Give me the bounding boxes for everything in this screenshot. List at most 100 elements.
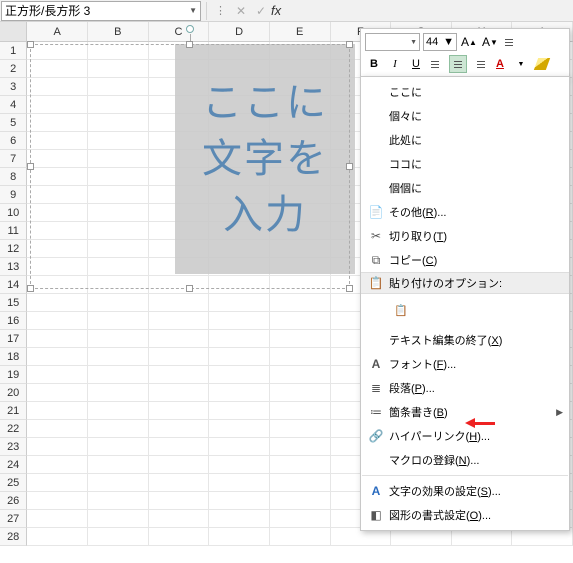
cell[interactable] bbox=[149, 438, 210, 456]
cell[interactable] bbox=[27, 348, 88, 366]
menu-assign-macro[interactable]: マクロの登録(N)... bbox=[361, 448, 569, 472]
cell[interactable] bbox=[88, 492, 149, 510]
ime-candidate[interactable]: 個々に bbox=[361, 104, 569, 128]
cell[interactable] bbox=[27, 492, 88, 510]
row-header[interactable]: 23 bbox=[0, 438, 27, 456]
cell[interactable] bbox=[270, 438, 331, 456]
cell[interactable] bbox=[209, 492, 270, 510]
cell[interactable] bbox=[149, 312, 210, 330]
cell[interactable] bbox=[27, 312, 88, 330]
cell[interactable] bbox=[88, 384, 149, 402]
resize-handle[interactable] bbox=[346, 285, 353, 292]
cell[interactable] bbox=[209, 528, 270, 546]
resize-handle[interactable] bbox=[27, 41, 34, 48]
cell[interactable] bbox=[88, 312, 149, 330]
cell[interactable] bbox=[270, 294, 331, 312]
cell[interactable] bbox=[27, 510, 88, 528]
row-header[interactable]: 13 bbox=[0, 258, 27, 276]
bold-button[interactable]: B bbox=[365, 55, 383, 73]
menu-text-effects[interactable]: A文字の効果の設定(S)... bbox=[361, 479, 569, 503]
row-header[interactable]: 28 bbox=[0, 528, 27, 546]
cell[interactable] bbox=[209, 312, 270, 330]
font-name-select[interactable]: ▼ bbox=[365, 33, 420, 51]
cell[interactable] bbox=[270, 420, 331, 438]
align-right-button[interactable] bbox=[470, 55, 488, 73]
cell[interactable] bbox=[270, 402, 331, 420]
cell[interactable] bbox=[209, 456, 270, 474]
cell[interactable] bbox=[209, 510, 270, 528]
row-header[interactable]: 24 bbox=[0, 456, 27, 474]
menu-format-shape[interactable]: ◧図形の書式設定(O)... bbox=[361, 503, 569, 527]
row-header[interactable]: 21 bbox=[0, 402, 27, 420]
cell[interactable] bbox=[149, 348, 210, 366]
row-header[interactable]: 15 bbox=[0, 294, 27, 312]
cell[interactable] bbox=[270, 366, 331, 384]
cell[interactable] bbox=[209, 420, 270, 438]
row-header[interactable]: 8 bbox=[0, 168, 27, 186]
cell[interactable] bbox=[88, 366, 149, 384]
cell[interactable] bbox=[27, 384, 88, 402]
cell[interactable] bbox=[149, 402, 210, 420]
paste-keep-source-button[interactable]: 📋 bbox=[389, 298, 413, 322]
ime-candidate[interactable]: ここに bbox=[361, 80, 569, 104]
resize-handle[interactable] bbox=[186, 41, 193, 48]
cell[interactable] bbox=[270, 348, 331, 366]
ime-candidate[interactable]: 個個に bbox=[361, 176, 569, 200]
select-all-corner[interactable] bbox=[0, 22, 27, 41]
row-header[interactable]: 26 bbox=[0, 492, 27, 510]
cell[interactable] bbox=[270, 456, 331, 474]
cell[interactable] bbox=[88, 420, 149, 438]
cell[interactable] bbox=[209, 384, 270, 402]
cell[interactable] bbox=[270, 492, 331, 510]
col-header[interactable]: E bbox=[270, 22, 331, 41]
underline-button[interactable]: U bbox=[407, 55, 425, 73]
cell[interactable] bbox=[270, 474, 331, 492]
cell[interactable] bbox=[88, 456, 149, 474]
row-header[interactable]: 12 bbox=[0, 240, 27, 258]
menu-paragraph[interactable]: ≣段落(P)... bbox=[361, 376, 569, 400]
cell[interactable] bbox=[209, 330, 270, 348]
cell[interactable] bbox=[149, 420, 210, 438]
row-header[interactable]: 16 bbox=[0, 312, 27, 330]
row-header[interactable]: 18 bbox=[0, 348, 27, 366]
cell[interactable] bbox=[88, 528, 149, 546]
row-header[interactable]: 5 bbox=[0, 114, 27, 132]
cell[interactable] bbox=[209, 294, 270, 312]
row-header[interactable]: 17 bbox=[0, 330, 27, 348]
grip-icon[interactable]: ⋮ bbox=[211, 4, 231, 17]
cell[interactable] bbox=[88, 438, 149, 456]
cell[interactable] bbox=[27, 330, 88, 348]
format-painter-button[interactable] bbox=[533, 55, 551, 73]
font-size-select[interactable]: 44▼ bbox=[423, 33, 457, 51]
cell[interactable] bbox=[27, 474, 88, 492]
row-header[interactable]: 7 bbox=[0, 150, 27, 168]
cell[interactable] bbox=[88, 294, 149, 312]
cell[interactable] bbox=[27, 402, 88, 420]
cell[interactable] bbox=[88, 510, 149, 528]
chevron-down-icon[interactable]: ▼ bbox=[189, 6, 197, 15]
cell[interactable] bbox=[27, 528, 88, 546]
row-header[interactable]: 22 bbox=[0, 420, 27, 438]
cell[interactable] bbox=[88, 348, 149, 366]
row-header[interactable]: 14 bbox=[0, 276, 27, 294]
menu-cut[interactable]: ✂切り取り(T) bbox=[361, 224, 569, 248]
menu-copy[interactable]: ⧉コピー(C) bbox=[361, 248, 569, 272]
cell[interactable] bbox=[27, 366, 88, 384]
cell[interactable] bbox=[209, 438, 270, 456]
cell[interactable] bbox=[27, 456, 88, 474]
row-header[interactable]: 10 bbox=[0, 204, 27, 222]
chevron-down-icon[interactable]: ▼ bbox=[512, 55, 530, 73]
cell[interactable] bbox=[88, 474, 149, 492]
cell[interactable] bbox=[149, 366, 210, 384]
resize-handle[interactable] bbox=[346, 41, 353, 48]
cell[interactable] bbox=[270, 330, 331, 348]
cell[interactable] bbox=[149, 294, 210, 312]
col-header[interactable]: C bbox=[149, 22, 210, 41]
resize-handle[interactable] bbox=[27, 163, 34, 170]
font-color-button[interactable]: A bbox=[491, 55, 509, 73]
row-header[interactable]: 20 bbox=[0, 384, 27, 402]
row-header[interactable]: 9 bbox=[0, 186, 27, 204]
col-header[interactable]: D bbox=[209, 22, 270, 41]
cell[interactable] bbox=[209, 474, 270, 492]
cell[interactable] bbox=[209, 402, 270, 420]
